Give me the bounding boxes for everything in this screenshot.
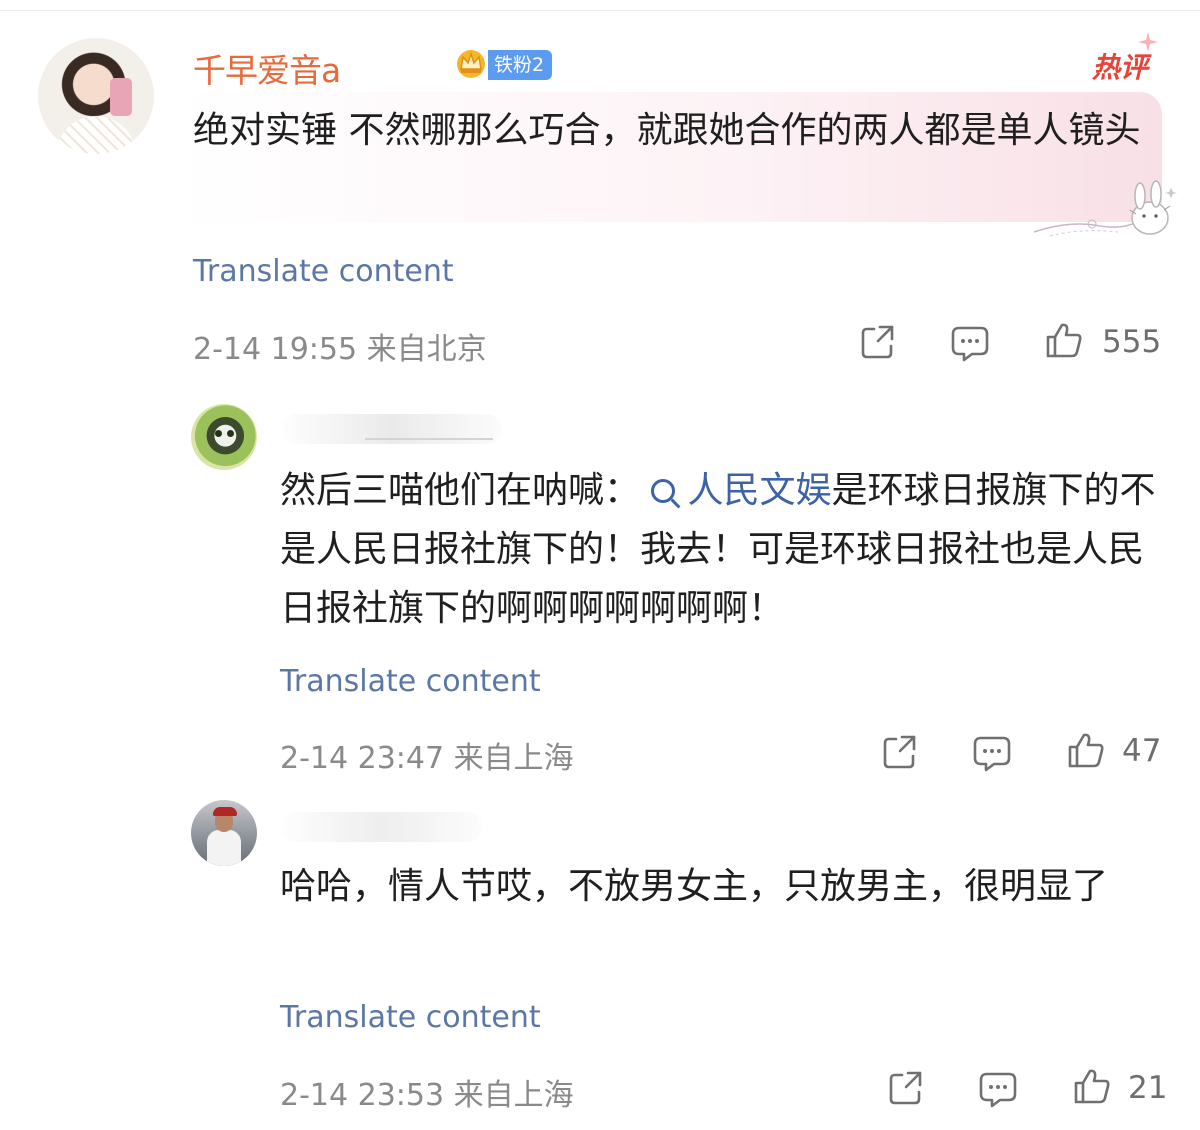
crown-icon — [457, 50, 485, 78]
comment-text: 绝对实锤 不然哪那么巧合，就跟她合作的两人都是单人镜头 — [193, 110, 1141, 151]
translate-link[interactable]: Translate content — [193, 254, 454, 289]
comment-meta: 2-14 19:55 来自北京 — [193, 324, 487, 368]
comment-time: 2-14 23:47 — [280, 741, 445, 776]
comment-text-part: 然后三喵他们在呐喊： — [280, 470, 641, 511]
comment-icon[interactable] — [978, 1070, 1018, 1110]
comment-time: 2-14 23:53 — [280, 1078, 445, 1113]
comment-icon[interactable] — [950, 324, 990, 364]
comment-location: 来自上海 — [453, 1078, 574, 1113]
translate-link[interactable]: Translate content — [280, 1000, 541, 1035]
shoulder-shape — [56, 116, 136, 154]
like-count: 555 — [1102, 324, 1162, 360]
search-icon — [651, 479, 676, 503]
translate-link[interactable]: Translate content — [280, 664, 541, 699]
like-count: 47 — [1122, 733, 1162, 769]
thumbs-up-icon[interactable] — [1066, 730, 1106, 770]
top-divider — [0, 10, 1200, 11]
share-icon[interactable] — [858, 322, 898, 362]
thumbs-up-icon[interactable] — [1072, 1066, 1112, 1106]
fan-badge[interactable]: 铁粉2 — [488, 50, 553, 80]
hot-comment-badge: 热评 — [1092, 51, 1149, 84]
blurred-line — [365, 438, 493, 440]
comment-meta: 2-14 23:47 来自上海 — [280, 733, 574, 777]
phone-shape — [110, 78, 132, 116]
comment-icon[interactable] — [972, 734, 1012, 774]
thumbs-up-icon[interactable] — [1044, 320, 1084, 360]
like-count: 21 — [1128, 1070, 1168, 1106]
cat-eye — [215, 430, 222, 437]
topic-label: 人民文娱 — [687, 470, 832, 511]
comment-location: 来自上海 — [453, 741, 574, 776]
comment-text: 然后三喵他们在呐喊： 人民文娱是环球日报旗下的不是人民日报社旗下的！我去！可是环… — [280, 461, 1160, 638]
avatar-body-shape — [207, 830, 241, 866]
avatar[interactable] — [38, 38, 154, 154]
avatar[interactable] — [191, 404, 257, 470]
comment-text: 哈哈，情人节哎，不放男女主，只放男主，很明显了 — [280, 866, 1109, 907]
avatar-cap-shape — [213, 807, 237, 816]
username[interactable]: 千早爱音a — [193, 44, 341, 92]
username-blurred[interactable] — [282, 812, 482, 842]
comment-location: 来自北京 — [366, 332, 487, 367]
comment-meta: 2-14 23:53 来自上海 — [280, 1070, 574, 1114]
topic-link[interactable]: 人民文娱 — [651, 470, 831, 511]
share-icon[interactable] — [886, 1068, 926, 1108]
bunny-sticker-icon — [1033, 180, 1177, 237]
avatar[interactable] — [191, 800, 257, 866]
share-icon[interactable] — [880, 732, 920, 772]
cat-eye — [227, 430, 234, 437]
comment-time: 2-14 19:55 — [193, 332, 358, 367]
